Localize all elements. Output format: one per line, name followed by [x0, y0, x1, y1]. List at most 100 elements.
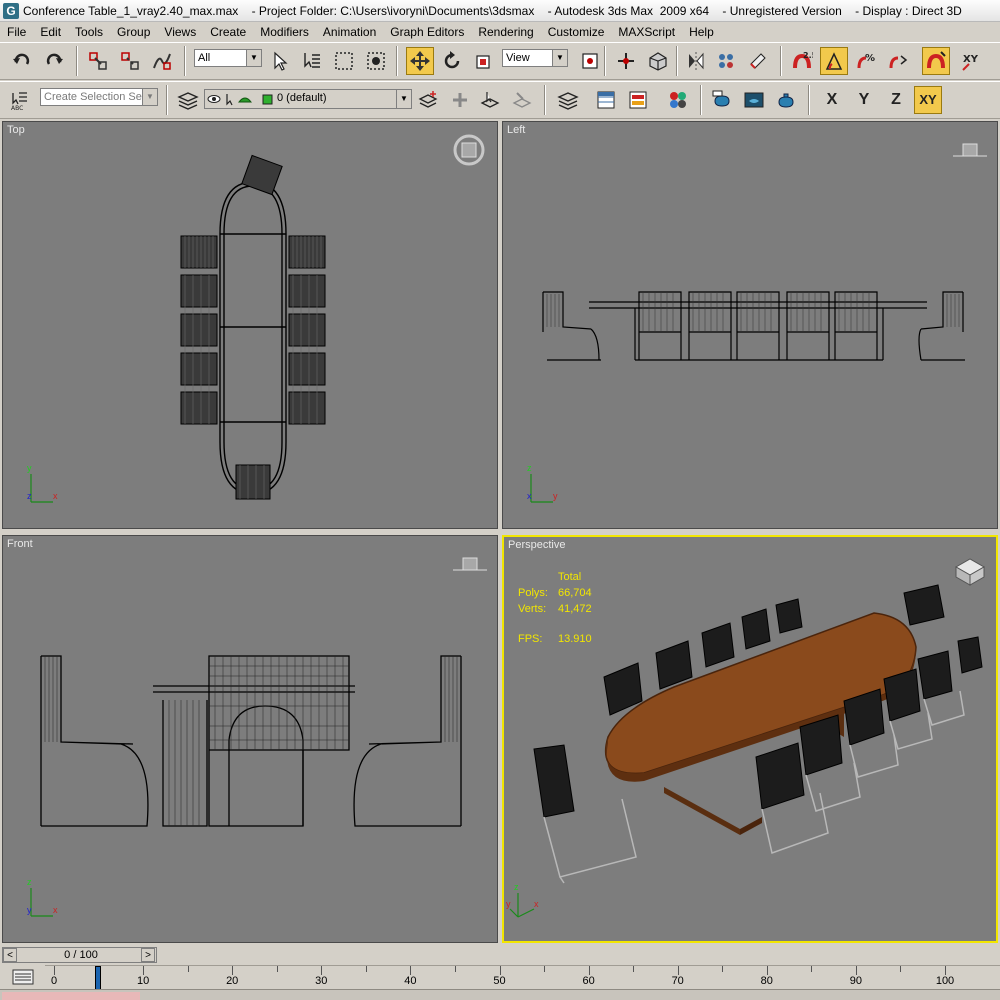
select-and-manipulate-icon[interactable]: [612, 47, 640, 75]
chevron-down-icon: ▼: [396, 90, 411, 108]
time-slider-prev-button[interactable]: <: [3, 948, 17, 962]
timeline-tick: [276, 966, 278, 972]
angle-snap-toggle-icon[interactable]: [820, 47, 848, 75]
reference-coordinate-dropdown[interactable]: View ▼: [502, 49, 568, 67]
menu-group[interactable]: Group: [110, 25, 157, 39]
percent-snap-toggle-icon[interactable]: %: [852, 47, 880, 75]
viewport-perspective[interactable]: Perspective Total Polys: 66,704 Verts: 41,…: [502, 535, 998, 943]
svg-text:x: x: [53, 905, 58, 915]
timeline-tick: [677, 966, 679, 975]
select-and-move-icon[interactable]: [406, 47, 434, 75]
select-and-link-icon[interactable]: [84, 47, 112, 75]
menu-animation[interactable]: Animation: [316, 25, 383, 39]
window-crossing-icon[interactable]: [362, 47, 390, 75]
material-editor-icon[interactable]: [664, 86, 692, 114]
rectangular-selection-icon[interactable]: [330, 47, 358, 75]
pivot-point-center-icon[interactable]: [576, 47, 604, 75]
select-and-scale-icon[interactable]: [470, 47, 498, 75]
rendered-frame-window-icon[interactable]: [740, 86, 768, 114]
svg-text:x: x: [527, 491, 532, 501]
current-frame-marker[interactable]: [95, 966, 101, 990]
menu-rendering[interactable]: Rendering: [471, 25, 540, 39]
menu-create[interactable]: Create: [203, 25, 253, 39]
axis-tripod-icon: z x y: [506, 882, 539, 918]
axis-tripod-icon: y x z: [27, 463, 58, 503]
viewport-top[interactable]: Top yxz: [2, 121, 498, 529]
layer-stack-icon[interactable]: [174, 86, 202, 114]
timeline-tick: [232, 966, 234, 975]
menu-modifiers[interactable]: Modifiers: [253, 25, 316, 39]
menu-maxscript[interactable]: MAXScript: [611, 25, 682, 39]
curve-editor-icon[interactable]: [592, 86, 620, 114]
menu-graph-editors[interactable]: Graph Editors: [383, 25, 471, 39]
time-slider-next-button[interactable]: >: [141, 948, 155, 962]
restrict-to-y-button[interactable]: Y: [850, 86, 878, 114]
select-objects-in-layer-icon[interactable]: [476, 86, 504, 114]
bind-to-space-warp-icon[interactable]: [148, 47, 176, 75]
timeline-tick: [766, 966, 768, 975]
svg-text:z: z: [527, 463, 532, 473]
track-bar-menu-icon[interactable]: [12, 969, 34, 985]
selection-filter-dropdown[interactable]: All ▼: [194, 49, 262, 67]
timeline-tick-label: 80: [760, 975, 773, 987]
render-setup-icon[interactable]: [708, 86, 736, 114]
snap-toggle-icon[interactable]: 2.5: [788, 47, 816, 75]
timeline-tick: [588, 966, 590, 975]
maxscript-listener-mini[interactable]: [2, 992, 140, 1000]
viewport-left[interactable]: Left zyx: [502, 121, 998, 529]
quick-render-icon[interactable]: [772, 86, 800, 114]
svg-text:XY: XY: [963, 54, 979, 65]
menu-views[interactable]: Views: [157, 25, 203, 39]
svg-text:%: %: [865, 53, 875, 64]
svg-text:2.5: 2.5: [803, 51, 813, 60]
align-icon[interactable]: [712, 47, 740, 75]
selection-set-dropdown[interactable]: Create Selection Set ▼: [40, 88, 158, 106]
menu-help[interactable]: Help: [682, 25, 721, 39]
redo-icon[interactable]: [40, 47, 68, 75]
edit-named-selection-icon[interactable]: [922, 47, 950, 75]
layer-manager-stack-icon[interactable]: [554, 86, 582, 114]
select-object-icon[interactable]: [266, 47, 294, 75]
viewcube-icon: [953, 143, 987, 157]
add-to-layer-icon[interactable]: [446, 86, 474, 114]
timeline-tick: [722, 966, 724, 972]
create-new-layer-icon[interactable]: [414, 86, 442, 114]
perspective-scene: z x y: [506, 558, 986, 918]
layer-manager-icon[interactable]: [744, 47, 772, 75]
timeline-tick-label: 0: [50, 975, 58, 987]
keyboard-shortcut-override-icon[interactable]: [644, 47, 672, 75]
timeline-tick-label: 70: [671, 975, 684, 987]
menu-tools[interactable]: Tools: [68, 25, 110, 39]
spinner-snap-toggle-icon[interactable]: [884, 47, 912, 75]
menu-customize[interactable]: Customize: [541, 25, 612, 39]
timeline-tick: [187, 966, 189, 972]
timeline-tick-label: 50: [493, 975, 506, 987]
restrict-to-xy-button[interactable]: XY: [914, 86, 942, 114]
menu-file[interactable]: File: [0, 25, 33, 39]
select-by-name-icon[interactable]: [298, 47, 326, 75]
named-selection-abc-icon[interactable]: ABC: [6, 86, 34, 114]
unlink-selection-icon[interactable]: [116, 47, 144, 75]
set-current-layer-icon[interactable]: [508, 86, 536, 114]
timeline-tick: [855, 966, 857, 975]
viewcube-icon: [453, 134, 485, 166]
viewport-front[interactable]: Front zxy: [2, 535, 498, 943]
restrict-to-z-button[interactable]: Z: [882, 86, 910, 114]
selection-set-placeholder: Create Selection Set: [44, 91, 145, 103]
menu-edit[interactable]: Edit: [33, 25, 68, 39]
named-selection-xy-icon[interactable]: XY: [956, 47, 984, 75]
schematic-view-icon[interactable]: [624, 86, 652, 114]
track-bar-area[interactable]: 0 10 20 30 40 50 60 70 80 90 100: [45, 965, 1000, 990]
svg-text:y: y: [27, 463, 32, 473]
undo-icon[interactable]: [8, 47, 36, 75]
time-slider-track[interactable]: < 0 / 100 >: [2, 947, 157, 963]
layer-dropdown[interactable]: 0 (default) ▼: [204, 89, 412, 109]
restrict-to-x-button[interactable]: X: [818, 86, 846, 114]
timeline-tick-label: 20: [226, 975, 239, 987]
svg-text:z: z: [27, 491, 32, 501]
3dsmax-app-icon[interactable]: G: [3, 2, 19, 19]
timeline-tick-label: 10: [136, 975, 150, 987]
select-and-rotate-icon[interactable]: [438, 47, 466, 75]
mirror-icon[interactable]: [682, 47, 710, 75]
timeline-tick-label: 100: [935, 975, 955, 987]
